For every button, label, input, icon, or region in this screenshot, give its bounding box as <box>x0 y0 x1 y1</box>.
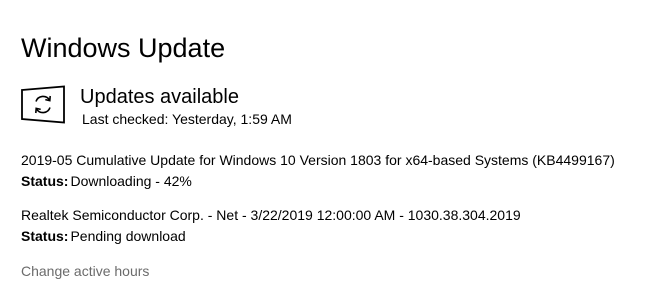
status-heading: Updates available <box>80 86 239 108</box>
status-value: Pending download <box>70 228 186 244</box>
change-active-hours-link[interactable]: Change active hours <box>21 262 149 280</box>
update-status: Status: Pending download <box>21 226 521 247</box>
last-checked-text: Last checked: Yesterday, 1:59 AM <box>82 111 292 127</box>
status-label: Status: <box>21 173 69 189</box>
update-status-icon <box>20 85 66 124</box>
status-value: Downloading - 42% <box>70 173 192 189</box>
update-status: Status: Downloading - 42% <box>21 171 615 192</box>
update-name: Realtek Semiconductor Corp. - Net - 3/22… <box>21 207 521 223</box>
update-item: 2019-05 Cumulative Update for Windows 10… <box>21 150 615 192</box>
status-label: Status: <box>21 228 69 244</box>
page-title: Windows Update <box>21 33 226 63</box>
sync-icon <box>21 85 65 124</box>
update-item: Realtek Semiconductor Corp. - Net - 3/22… <box>21 205 521 247</box>
update-name: 2019-05 Cumulative Update for Windows 10… <box>21 152 615 168</box>
